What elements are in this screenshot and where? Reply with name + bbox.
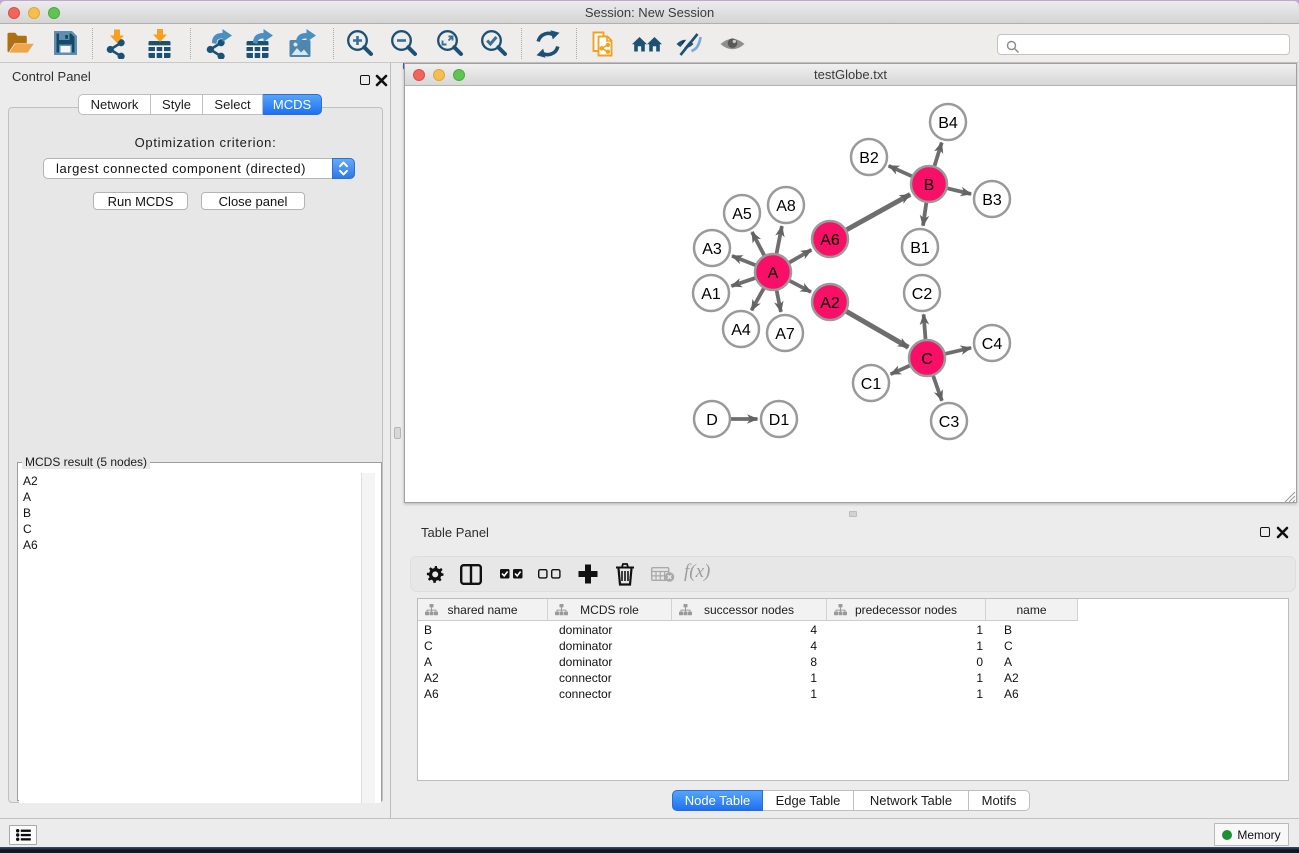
svg-text:C3: C3 [939,414,960,431]
svg-text:A: A [768,265,779,282]
svg-text:A3: A3 [702,241,722,258]
svg-text:D: D [706,412,718,429]
svg-text:B1: B1 [910,240,930,257]
svg-text:C4: C4 [982,336,1003,353]
svg-text:A5: A5 [732,206,752,223]
svg-text:A1: A1 [701,286,721,303]
svg-text:A2: A2 [820,295,840,312]
svg-text:B4: B4 [938,115,958,132]
svg-text:B: B [924,177,935,194]
svg-text:A6: A6 [820,232,840,249]
svg-text:A4: A4 [731,322,751,339]
svg-text:B3: B3 [982,192,1002,209]
svg-text:C: C [921,351,933,368]
svg-text:A8: A8 [776,198,796,215]
svg-text:D1: D1 [769,412,790,429]
svg-text:C2: C2 [912,286,933,303]
svg-text:C1: C1 [861,376,882,393]
svg-text:A7: A7 [775,326,795,343]
svg-text:B2: B2 [859,150,879,167]
